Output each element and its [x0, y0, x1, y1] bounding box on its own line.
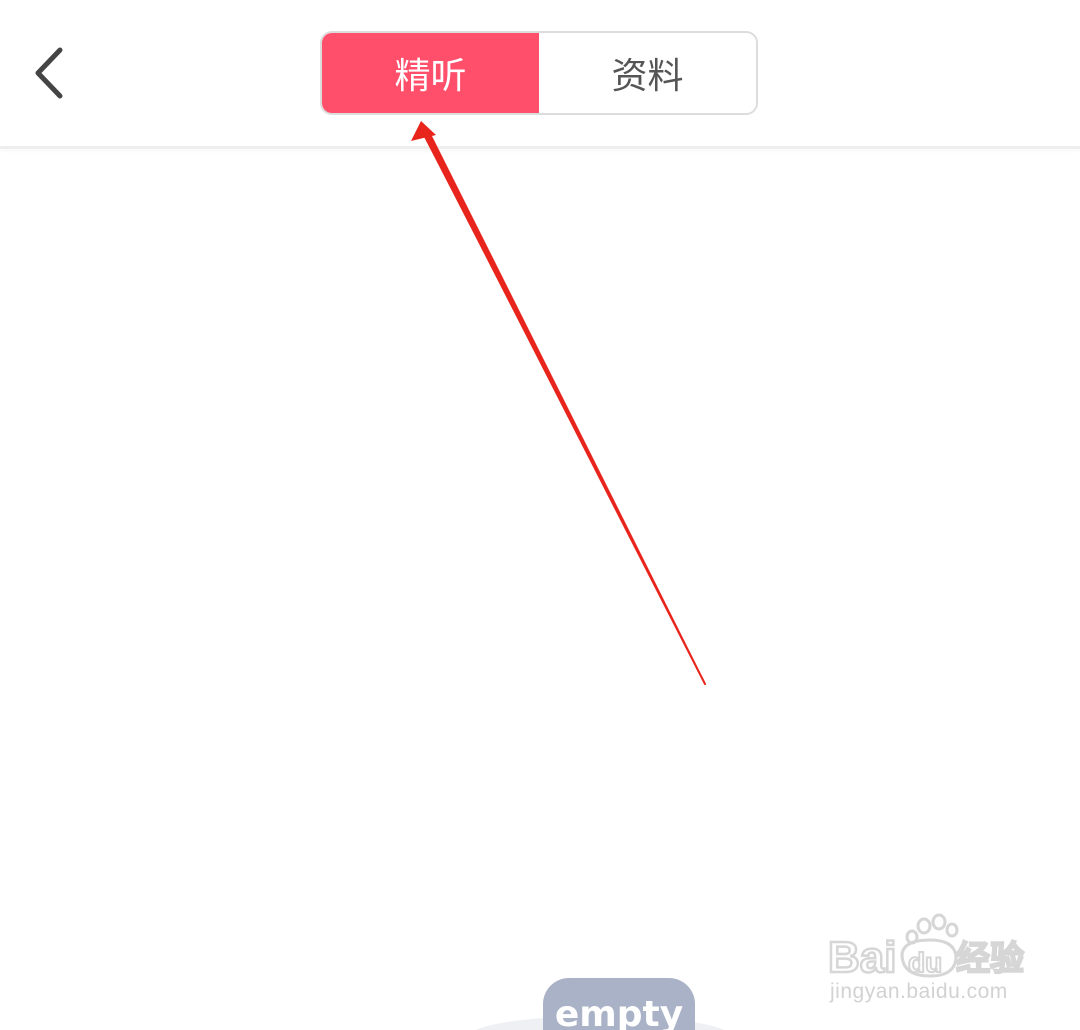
svg-text:Bai: Bai [828, 933, 896, 982]
top-nav-bar: 精听 资料 [0, 0, 1080, 149]
tab-materials[interactable]: 资料 [539, 33, 756, 113]
watermark-url: jingyan.baidu.com [830, 980, 1008, 1003]
chevron-left-icon [35, 47, 63, 99]
baidu-paw-logo: Bai du 经验 [827, 913, 1025, 982]
svg-text:经验: 经验 [956, 939, 1024, 979]
baidu-watermark: Bai du 经验 jingyan.baidu.com [826, 910, 1026, 1010]
page: 精听 资料 empty Bai du 经验 jingyan.baidu.com [0, 0, 1080, 1030]
tab-intensive-listening[interactable]: 精听 [322, 33, 539, 113]
svg-text:du: du [908, 947, 942, 978]
annotation-arrow [411, 121, 708, 688]
tab-switcher: 精听 资料 [320, 31, 758, 115]
empty-state-badge: empty [543, 978, 695, 1030]
back-button[interactable] [22, 40, 80, 106]
